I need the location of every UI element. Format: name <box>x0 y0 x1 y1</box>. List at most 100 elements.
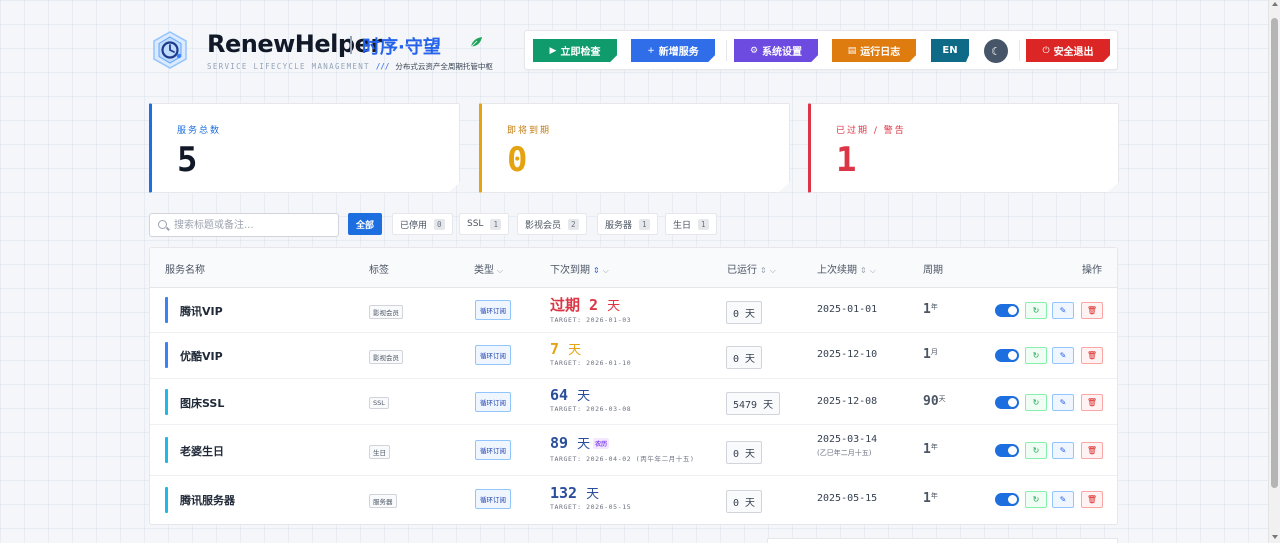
enable-toggle[interactable] <box>995 396 1019 409</box>
top-toolbar: ▶ 立即检查 + 新增服务 ⚙ 系统设置 ▤ 运行日志 EN ☾ ⏻ 安全退出 <box>524 30 1118 70</box>
column-header-last-renew[interactable]: 上次续期 ⇕ ⌵ <box>817 261 876 276</box>
check-now-button[interactable]: ▶ 立即检查 <box>533 39 617 62</box>
chevron-down-icon: ⌵ <box>497 266 504 275</box>
column-header-running[interactable]: 已运行 ⇕ ⌵ <box>727 261 776 276</box>
edit-button[interactable]: ✎ <box>1052 442 1074 459</box>
tag-badge: 生日 <box>369 445 390 459</box>
table-row: 腾讯服务器 服务器 循环订阅 132 天 TARGET: 2026-05-15 … <box>150 476 1117 524</box>
edit-icon: ✎ <box>1059 495 1067 504</box>
column-header-type[interactable]: 类型 ⌵ <box>474 261 503 276</box>
edit-button[interactable]: ✎ <box>1052 491 1074 508</box>
trash-icon: 🗑 <box>1086 495 1098 504</box>
dark-mode-toggle[interactable]: ☾ <box>984 39 1008 63</box>
edit-button[interactable]: ✎ <box>1052 347 1074 364</box>
enable-toggle[interactable] <box>995 444 1019 457</box>
renew-button[interactable]: ↻ <box>1025 394 1047 411</box>
enable-toggle[interactable] <box>995 349 1019 362</box>
due-value: 89 <box>550 434 569 452</box>
service-name: 腾讯VIP <box>180 305 223 318</box>
service-name: 腾讯服务器 <box>180 494 235 507</box>
next-due: 过期 2 天 TARGET: 2026-01-03 <box>550 294 631 324</box>
column-header-tags: 标签 <box>369 265 389 276</box>
stat-label: 已过期 / 警告 <box>836 126 906 136</box>
next-due: 7 天 TARGET: 2026-01-10 <box>550 339 631 367</box>
delete-button[interactable]: 🗑 <box>1081 491 1103 508</box>
type-badge: 循环订阅 <box>475 392 511 412</box>
delete-button[interactable]: 🗑 <box>1081 302 1103 319</box>
due-target: TARGET: 2026-03-08 <box>550 405 632 413</box>
table-header: 服务名称 标签 类型 ⌵ 下次到期 ⇕ ⌵ 已运行 ⇕ ⌵ 上次续期 ⇕ ⌵ 周期 操作 <box>150 248 1117 288</box>
due-value: 132 <box>550 484 578 502</box>
search-icon <box>158 220 167 229</box>
renew-button[interactable]: ↻ <box>1025 442 1047 459</box>
pagination-bar <box>767 538 1118 543</box>
scroll-thumb[interactable] <box>1271 18 1278 488</box>
logout-button[interactable]: ⏻ 安全退出 <box>1026 39 1110 62</box>
enable-toggle[interactable] <box>995 304 1019 317</box>
scroll-down-arrow-icon[interactable] <box>1272 535 1278 539</box>
delete-button[interactable]: 🗑 <box>1081 442 1103 459</box>
tag-badge: 影视会员 <box>369 350 403 364</box>
edit-icon: ✎ <box>1059 446 1067 455</box>
renew-button[interactable]: ↻ <box>1025 347 1047 364</box>
stat-card-expiring: 即将到期 0 <box>479 103 790 193</box>
sort-icon: ⇕ <box>760 266 767 275</box>
renew-button[interactable]: ↻ <box>1025 491 1047 508</box>
refresh-icon: ↻ <box>1032 495 1040 504</box>
running-days: 0 天 <box>726 490 763 513</box>
stat-value: 5 <box>177 140 198 180</box>
document-icon: ▤ <box>847 45 857 56</box>
edit-button[interactable]: ✎ <box>1052 394 1074 411</box>
chevron-down-icon: ⌵ <box>869 266 876 275</box>
filter-chip-disabled[interactable]: 已停用 0 <box>392 213 453 235</box>
delete-button[interactable]: 🗑 <box>1081 347 1103 364</box>
table-row: 老婆生日 生日 循环订阅 89 天农历 TARGET: 2026-04-02 (… <box>150 425 1117 476</box>
column-header-next-due[interactable]: 下次到期 ⇕ ⌵ <box>550 261 609 276</box>
next-due: 132 天 TARGET: 2026-05-15 <box>550 483 631 511</box>
run-logs-button[interactable]: ▤ 运行日志 <box>832 39 916 62</box>
filter-chip-all[interactable]: 全部 <box>348 213 383 235</box>
stat-card-total: 服务总数 5 <box>149 103 460 193</box>
type-badge: 循环订阅 <box>475 489 511 509</box>
filter-chip-server[interactable]: 服务器 1 <box>597 213 658 235</box>
services-table: 服务名称 标签 类型 ⌵ 下次到期 ⇕ ⌵ 已运行 ⇕ ⌵ 上次续期 ⇕ ⌵ 周期 操作 腾讯… <box>149 247 1118 525</box>
due-target: TARGET: 2026-01-10 <box>550 359 632 367</box>
filter-chip-video-vip[interactable]: 影视会员 2 <box>517 213 587 235</box>
column-header-cycle: 周期 <box>923 265 943 276</box>
brand-subtitle: SERVICE LIFECYCLE MANAGEMENT /// 分布式云资产全周期… <box>207 61 493 72</box>
edit-button[interactable]: ✎ <box>1052 302 1074 319</box>
cycle: 1年 <box>923 491 938 506</box>
filter-chip-label: 已停用 <box>400 220 428 231</box>
due-unit: 天 <box>586 487 600 502</box>
refresh-icon: ↻ <box>1032 351 1040 360</box>
row-status-bar <box>165 342 168 368</box>
trash-icon: 🗑 <box>1086 306 1098 315</box>
table-row: 优酷VIP 影视会员 循环订阅 7 天 TARGET: 2026-01-10 0… <box>150 333 1117 379</box>
lunar-badge: 农历 <box>593 438 610 449</box>
filter-chip-ssl[interactable]: SSL 1 <box>459 213 509 235</box>
next-due: 64 天 TARGET: 2026-03-08 <box>550 385 631 413</box>
delete-button[interactable]: 🗑 <box>1081 394 1103 411</box>
search-input[interactable] <box>174 217 334 233</box>
chevron-down-icon: ⌵ <box>769 266 776 275</box>
filter-chip-label: 影视会员 <box>525 220 562 231</box>
page-scrollbar[interactable] <box>1268 0 1280 543</box>
filter-chip-count: 1 <box>490 218 501 230</box>
brand-name: RenewHelper <box>207 30 382 58</box>
due-unit: 天 <box>577 437 591 452</box>
add-service-button[interactable]: + 新增服务 <box>631 39 715 62</box>
stat-card-expired: 已过期 / 警告 1 <box>808 103 1119 193</box>
edit-icon: ✎ <box>1059 351 1067 360</box>
column-header-name: 服务名称 <box>165 265 205 276</box>
type-badge: 循环订阅 <box>475 440 511 460</box>
scroll-up-arrow-icon[interactable] <box>1272 2 1278 6</box>
due-value: 过期 2 <box>550 296 599 314</box>
last-renew-date: 2025-12-08 <box>817 396 878 407</box>
system-settings-button[interactable]: ⚙ 系统设置 <box>734 39 818 62</box>
enable-toggle[interactable] <box>995 493 1019 506</box>
renew-button[interactable]: ↻ <box>1025 302 1047 319</box>
search-box <box>149 213 339 237</box>
due-unit: 天 <box>568 343 582 358</box>
language-toggle-button[interactable]: EN <box>931 39 969 62</box>
filter-chip-birthday[interactable]: 生日 1 <box>665 213 717 235</box>
